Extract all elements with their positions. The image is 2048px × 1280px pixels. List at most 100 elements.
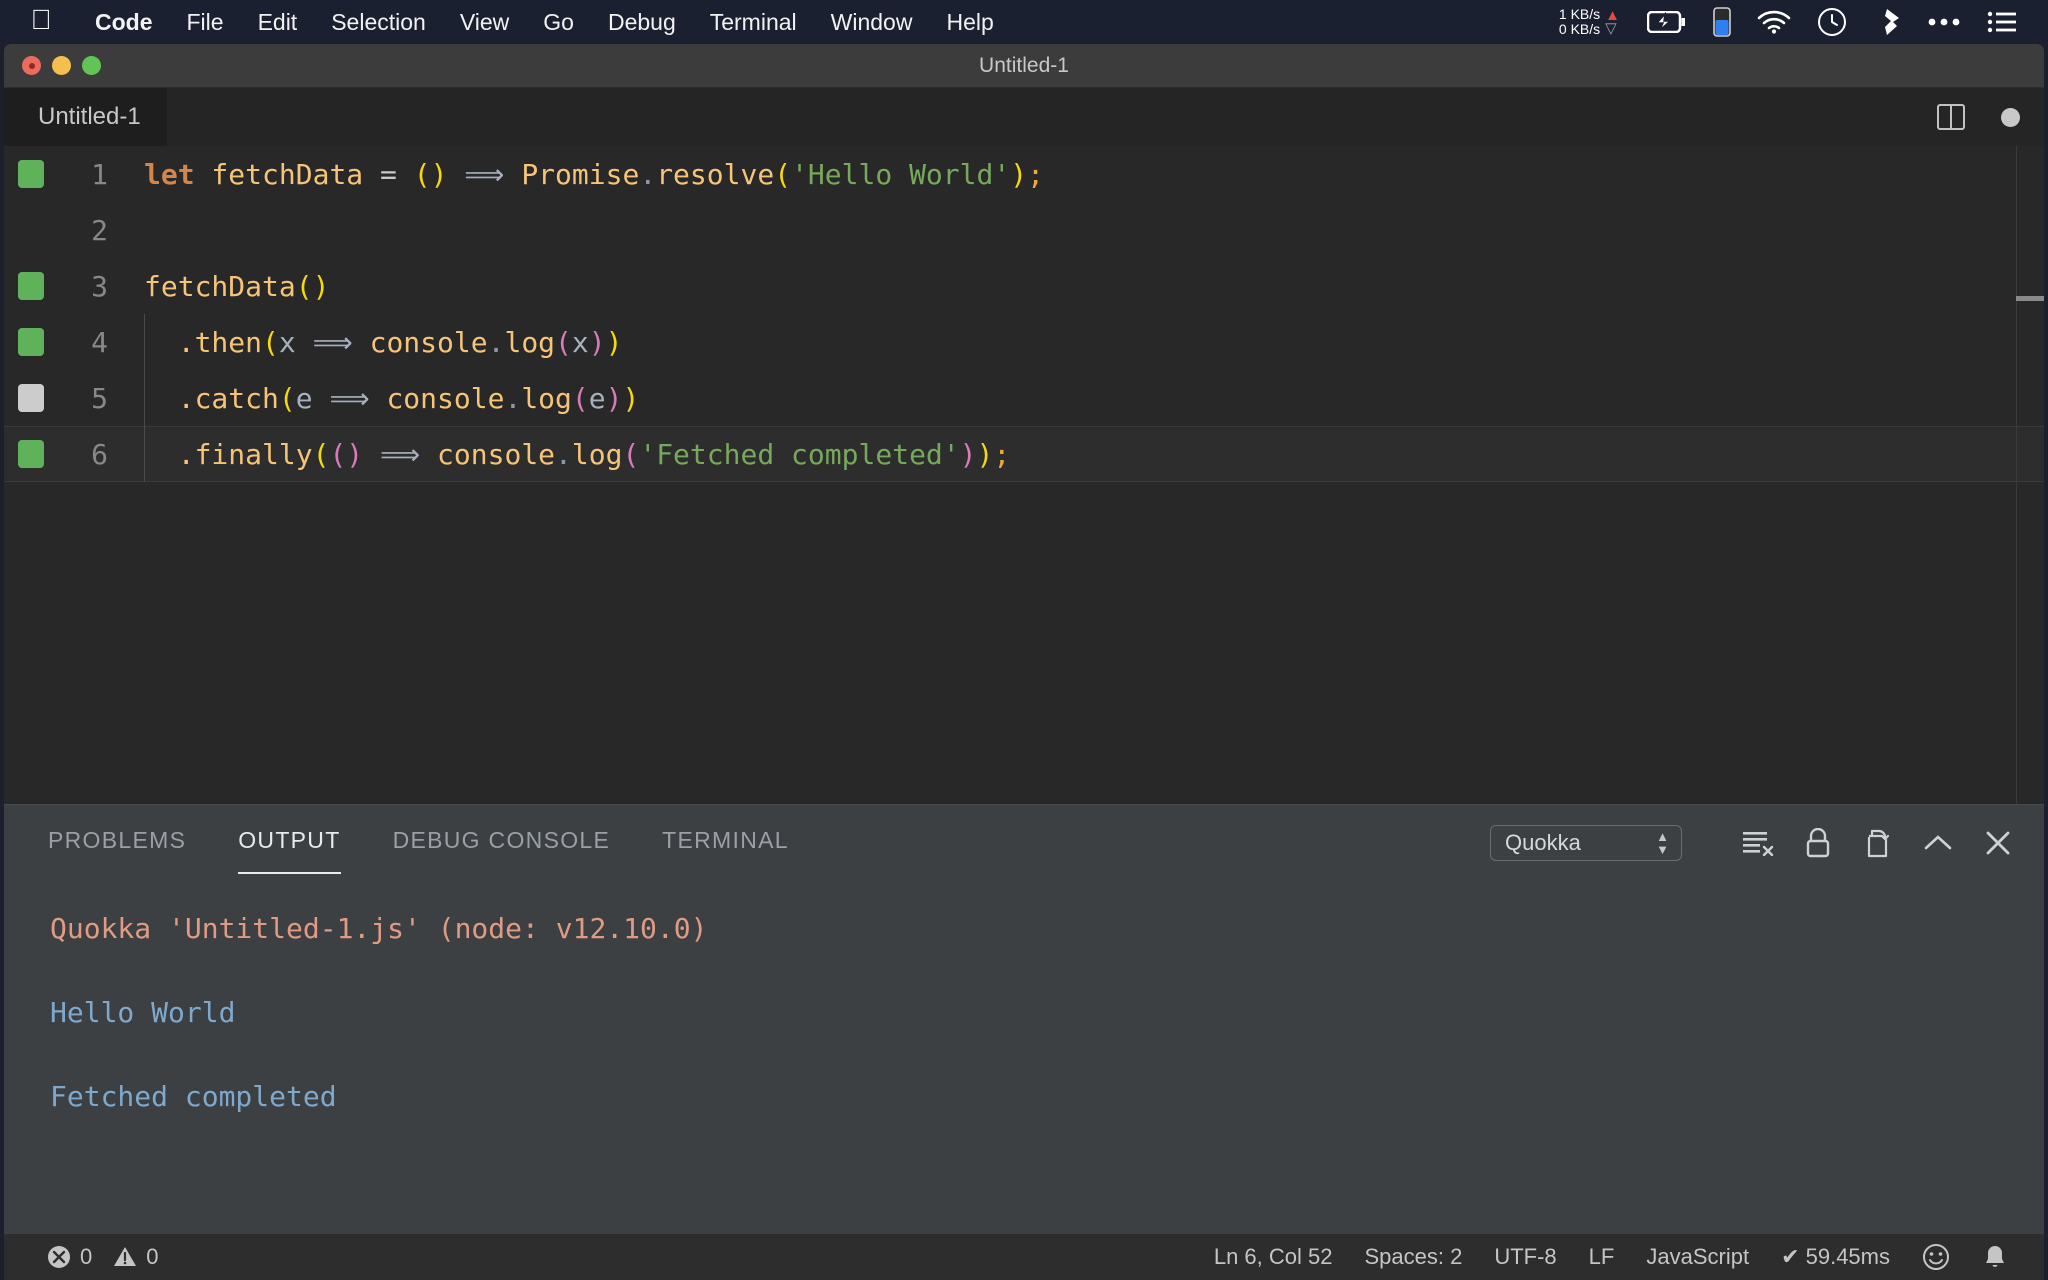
menu-item-view[interactable]: View	[443, 9, 526, 36]
scrollbar-thumb[interactable]	[2016, 296, 2044, 301]
editor-actions	[1937, 88, 2020, 146]
token-equals: =	[380, 158, 397, 191]
editor-line-3[interactable]: 3 fetchData()	[4, 258, 2044, 314]
tab-terminal[interactable]: TERMINAL	[662, 827, 789, 860]
phone-battery-icon[interactable]	[1713, 7, 1731, 37]
menu-item-file[interactable]: File	[170, 9, 241, 36]
token-hello-world-string: 'Hello World'	[791, 158, 1010, 191]
token-open-paren-6: (	[313, 438, 330, 471]
status-indentation[interactable]: Spaces: 2	[1348, 1244, 1478, 1270]
output-content[interactable]: Quokka 'Untitled-1.js' (node: v12.10.0) …	[4, 881, 2044, 1254]
code-editor[interactable]: 1 let fetchData = () ⟹ Promise.resolve('…	[4, 146, 2044, 804]
quokka-coverage-marker-1	[18, 160, 44, 188]
tab-output[interactable]: OUTPUT	[238, 827, 340, 860]
download-arrow-icon: ▽	[1605, 22, 1620, 35]
status-encoding[interactable]: UTF-8	[1478, 1244, 1572, 1270]
editor-line-6[interactable]: 6 .finally(() ⟹ console.log('Fetched com…	[4, 426, 2044, 482]
apple-logo-icon[interactable]: 	[30, 7, 52, 33]
token-dot: .	[639, 158, 656, 191]
token-param-x: x	[279, 326, 296, 359]
token-arg-x: x	[572, 326, 589, 359]
menu-item-terminal[interactable]: Terminal	[693, 9, 814, 36]
menu-item-help[interactable]: Help	[929, 9, 1010, 36]
status-problems[interactable]: 0 0	[30, 1244, 175, 1270]
bottom-panel: PROBLEMS OUTPUT DEBUG CONSOLE TERMINAL Q…	[4, 804, 2044, 1254]
tab-untitled-1[interactable]: Untitled-1	[4, 88, 167, 146]
menu-item-code[interactable]: Code	[78, 9, 170, 36]
editor-tab-bar: Untitled-1	[4, 88, 2044, 146]
ellipsis-icon[interactable]	[1927, 16, 1961, 28]
editor-line-4[interactable]: 4 .then(x ⟹ console.log(x))	[4, 314, 2044, 370]
panel-tab-list: PROBLEMS OUTPUT DEBUG CONSOLE TERMINAL Q…	[4, 805, 2044, 881]
token-dot-6: .	[178, 438, 195, 471]
line-code-5: .catch(e ⟹ console.log(e))	[130, 382, 2044, 415]
menu-item-debug[interactable]: Debug	[591, 9, 693, 36]
menu-item-go[interactable]: Go	[526, 9, 591, 36]
token-arrow-6: ⟹	[363, 438, 437, 471]
tab-problems[interactable]: PROBLEMS	[48, 827, 186, 860]
status-eol[interactable]: LF	[1573, 1244, 1631, 1270]
token-semicolon-6: ;	[993, 438, 1010, 471]
error-count: 0	[80, 1244, 92, 1270]
clock-icon[interactable]	[1817, 7, 1847, 37]
token-log-4: log	[504, 326, 555, 359]
vscode-window: Untitled-1 Untitled-1 1 let fetchData = …	[4, 44, 2044, 1280]
close-panel-icon[interactable]	[1978, 823, 2018, 863]
unsaved-dot-icon[interactable]	[2001, 108, 2020, 127]
output-header-line: Quokka 'Untitled-1.js' (node: v12.10.0)	[50, 887, 2044, 971]
editor-line-2[interactable]: 2	[4, 202, 2044, 258]
maximize-panel-icon[interactable]	[1918, 823, 1958, 863]
token-resolve: resolve	[656, 158, 774, 191]
battery-charging-icon[interactable]	[1647, 11, 1687, 33]
token-log-5: log	[521, 382, 572, 415]
token-console-6: console	[437, 438, 555, 471]
notifications-bell-icon[interactable]	[1966, 1243, 2024, 1271]
token-close-paren-6: )	[977, 438, 994, 471]
token-log-6: log	[572, 438, 623, 471]
status-quokka-time[interactable]: ✔ 59.45ms	[1765, 1244, 1906, 1270]
token-empty-parens-6: ()	[329, 438, 363, 471]
token-open-paren-5: (	[279, 382, 296, 415]
line-code-3: fetchData()	[130, 270, 2044, 303]
tab-debug-console[interactable]: DEBUG CONSOLE	[393, 827, 611, 860]
clear-output-icon[interactable]	[1738, 823, 1778, 863]
token-dot-4: .	[178, 326, 195, 359]
quokka-coverage-marker-4	[18, 328, 44, 356]
token-fetchdata-call: fetchData	[144, 270, 296, 303]
token-arrow-4: ⟹	[296, 326, 370, 359]
token-promise: Promise	[521, 158, 639, 191]
lock-scroll-icon[interactable]	[1798, 823, 1838, 863]
token-close-paren2-5: )	[606, 382, 623, 415]
token-catch: catch	[195, 382, 279, 415]
output-channel-select[interactable]: Quokka ▲▼	[1490, 825, 1682, 861]
status-bar: 0 0 Ln 6, Col 52 Spaces: 2 UTF-8 LF Java…	[4, 1234, 2044, 1280]
menu-item-selection[interactable]: Selection	[314, 9, 443, 36]
network-download-speed: 0 KB/s	[1559, 22, 1600, 37]
token-dot2-6: .	[555, 438, 572, 471]
menu-item-window[interactable]: Window	[814, 9, 930, 36]
window-title: Untitled-1	[4, 54, 2044, 78]
output-line-2: Fetched completed	[50, 1055, 2044, 1139]
wifi-icon[interactable]	[1757, 10, 1791, 34]
split-editor-icon[interactable]	[1937, 104, 1965, 130]
editor-line-1[interactable]: 1 let fetchData = () ⟹ Promise.resolve('…	[4, 146, 2044, 202]
token-param-e: e	[296, 382, 313, 415]
editor-line-5[interactable]: 5 .catch(e ⟹ console.log(e))	[4, 370, 2044, 426]
network-speed-indicator[interactable]: 1 KB/s 0 KB/s ▲ ▽	[1559, 7, 1620, 37]
token-arrow: ⟹	[447, 158, 521, 191]
status-language-mode[interactable]: JavaScript	[1630, 1244, 1765, 1270]
open-in-editor-icon[interactable]	[1858, 823, 1898, 863]
menu-item-edit[interactable]: Edit	[241, 9, 315, 36]
editor-scrollbar[interactable]	[2016, 146, 2044, 804]
window-titlebar: Untitled-1	[4, 44, 2044, 88]
control-center-icon[interactable]	[1987, 10, 2017, 34]
line-code-6: .finally(() ⟹ console.log('Fetched compl…	[130, 438, 2044, 471]
token-arg-e: e	[589, 382, 606, 415]
feedback-smiley-icon[interactable]	[1906, 1243, 1966, 1271]
token-fetched-completed-string: 'Fetched completed'	[639, 438, 959, 471]
line-number-2: 2	[4, 214, 130, 247]
status-cursor-position[interactable]: Ln 6, Col 52	[1198, 1244, 1349, 1270]
dropbox-icon[interactable]	[1873, 7, 1901, 37]
token-close-paren-4: )	[606, 326, 623, 359]
token-close-paren2-6: )	[960, 438, 977, 471]
